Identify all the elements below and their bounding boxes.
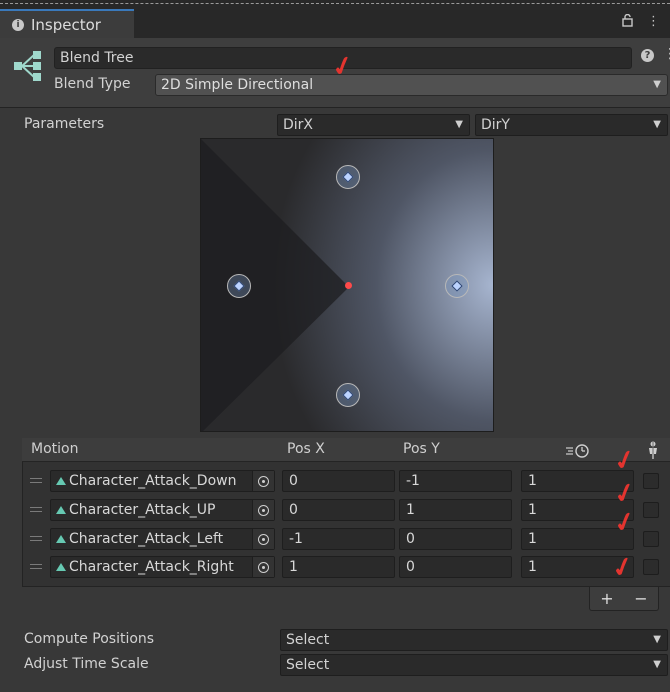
pos-y-field[interactable]: 0 <box>399 556 512 578</box>
param-y-value: DirY <box>481 117 510 133</box>
header-motion: Motion <box>31 441 79 457</box>
pos-y-field[interactable]: 1 <box>399 499 512 521</box>
mirror-checkbox[interactable] <box>643 473 659 489</box>
point-diamond-icon <box>451 280 463 292</box>
row-drag-handle[interactable] <box>30 507 42 512</box>
blend-type-value: 2D Simple Directional <box>161 77 314 93</box>
blend-motion-point[interactable] <box>336 165 360 189</box>
remove-motion-button[interactable]: − <box>634 589 647 608</box>
pos-y-field[interactable]: -1 <box>399 470 512 492</box>
object-picker-icon <box>258 561 269 573</box>
compute-positions-label: Compute Positions <box>24 631 155 647</box>
row-drag-handle[interactable] <box>30 536 42 541</box>
param-x-value: DirX <box>283 117 314 133</box>
motion-clip-name: Character_Attack_Left <box>69 531 224 547</box>
animation-clip-icon <box>56 535 66 543</box>
kebab-menu-icon[interactable]: ⋮ <box>647 14 660 31</box>
dropdown-arrow-icon: ▼ <box>653 659 661 670</box>
row-drag-handle[interactable] <box>30 564 42 569</box>
blend-space-graph[interactable] <box>200 138 494 432</box>
mirror-header-icon <box>645 441 661 463</box>
point-diamond-icon <box>233 280 245 292</box>
parameters-label: Parameters <box>24 116 105 132</box>
info-icon: i <box>12 19 24 31</box>
current-blend-position <box>345 282 352 289</box>
param-x-dropdown[interactable]: DirX ▼ <box>277 114 470 136</box>
header-pos-x: Pos X <box>287 441 325 457</box>
mirror-checkbox[interactable] <box>643 559 659 575</box>
drag-outline <box>0 3 670 4</box>
dropdown-arrow-icon: ▼ <box>653 119 661 130</box>
dropdown-arrow-icon: ▼ <box>653 634 661 645</box>
help-icon[interactable]: ? <box>641 49 654 62</box>
motion-clip-name: Character_Attack_UP <box>69 502 216 518</box>
header-pos-y: Pos Y <box>403 441 440 457</box>
adjust-time-scale-dropdown[interactable]: Select ▼ <box>280 654 668 676</box>
window-controls: ⋮ <box>622 13 660 31</box>
pos-x-field[interactable]: -1 <box>282 528 395 550</box>
object-picker-icon <box>258 504 269 516</box>
pos-x-field[interactable]: 0 <box>282 470 395 492</box>
animation-clip-icon <box>56 563 66 571</box>
dropdown-arrow-icon: ▼ <box>455 119 463 130</box>
blend-type-dropdown[interactable]: 2D Simple Directional ▼ <box>155 74 668 96</box>
motion-clip-field[interactable]: Character_Attack_Down <box>50 470 275 492</box>
blend-tree-icon <box>12 50 44 86</box>
tab-title: Inspector <box>31 16 101 34</box>
adjust-time-scale-value: Select <box>286 657 330 673</box>
pos-x-field[interactable]: 0 <box>282 499 395 521</box>
motion-clip-field[interactable]: Character_Attack_UP <box>50 499 275 521</box>
row-drag-handle[interactable] <box>30 478 42 483</box>
add-motion-button[interactable]: + <box>600 589 613 608</box>
animation-clip-icon <box>56 506 66 514</box>
speed-header-icon <box>566 443 592 463</box>
object-picker-button[interactable] <box>252 500 274 520</box>
object-picker-button[interactable] <box>252 557 274 577</box>
blend-type-label: Blend Type <box>54 76 131 92</box>
mirror-checkbox[interactable] <box>643 531 659 547</box>
add-remove-bar: + − <box>589 587 659 611</box>
object-picker-button[interactable] <box>252 529 274 549</box>
point-diamond-icon <box>342 171 354 183</box>
motion-clip-field[interactable]: Character_Attack_Right <box>50 556 275 578</box>
component-menu-icon[interactable]: ⋮ <box>663 46 670 62</box>
adjust-time-scale-label: Adjust Time Scale <box>24 656 149 672</box>
pos-x-field[interactable]: 1 <box>282 556 395 578</box>
compute-positions-value: Select <box>286 632 330 648</box>
pos-y-field[interactable]: 0 <box>399 528 512 550</box>
dropdown-arrow-icon: ▼ <box>653 79 661 90</box>
point-diamond-icon <box>342 389 354 401</box>
tab-inspector[interactable]: i Inspector <box>0 9 134 39</box>
object-picker-icon <box>258 533 269 545</box>
param-y-dropdown[interactable]: DirY ▼ <box>475 114 668 136</box>
object-picker-icon <box>258 475 269 487</box>
lock-icon[interactable] <box>622 13 633 31</box>
blend-motion-point[interactable] <box>227 274 251 298</box>
compute-positions-dropdown[interactable]: Select ▼ <box>280 629 668 651</box>
motion-clip-field[interactable]: Character_Attack_Left <box>50 528 275 550</box>
blend-motion-point[interactable] <box>445 274 469 298</box>
object-picker-button[interactable] <box>252 471 274 491</box>
animation-clip-icon <box>56 477 66 485</box>
motion-clip-name: Character_Attack_Right <box>69 559 234 575</box>
blend-motion-point[interactable] <box>336 383 360 407</box>
motion-clip-name: Character_Attack_Down <box>69 473 237 489</box>
mirror-checkbox[interactable] <box>643 502 659 518</box>
